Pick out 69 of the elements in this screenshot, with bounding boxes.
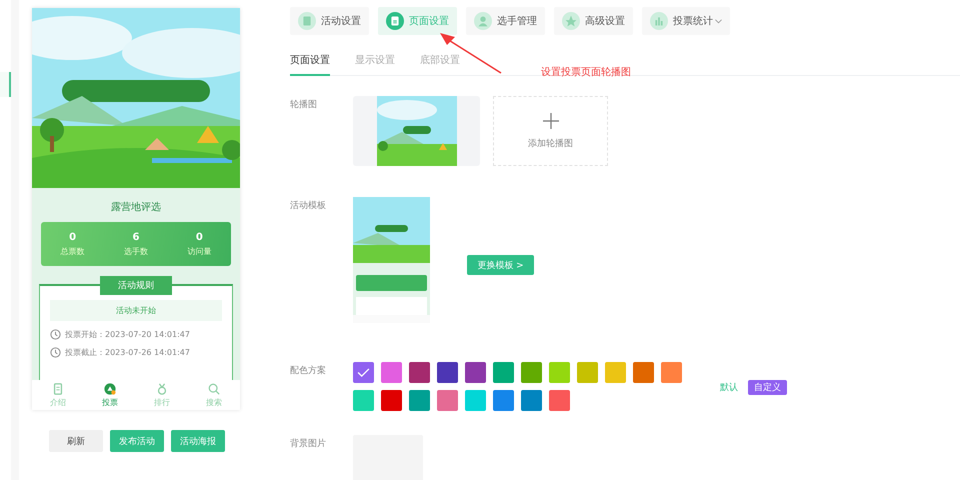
color-swatch[interactable] [493,362,514,383]
color-swatch[interactable] [605,362,626,383]
annotation-arrow [439,32,503,74]
color-swatch[interactable] [353,390,374,411]
medal-icon [156,382,168,394]
stat-value: 6 [132,232,140,242]
stat-label: 访问量 [187,246,212,256]
color-swatch[interactable] [549,362,570,383]
bar-chart-icon [650,12,668,30]
color-swatch[interactable] [465,390,486,411]
change-template-button[interactable]: 更换模板 > [467,255,534,275]
settings-tab[interactable]: 选手管理 [466,7,545,35]
search-icon [208,382,220,394]
sub-tab[interactable]: 页面设置 [290,53,330,76]
color-swatch[interactable] [661,362,682,383]
stat-label: 总票数 [60,246,85,256]
clipboard-icon [298,12,316,30]
color-swatch[interactable] [409,390,430,411]
color-swatch[interactable] [549,390,570,411]
color-swatch[interactable] [381,390,402,411]
document-icon [386,12,404,30]
stat-value: 0 [196,232,203,242]
status-banner: 活动未开始 [50,300,222,321]
color-swatch[interactable] [633,362,654,383]
clock-icon [50,347,61,358]
nav-tab[interactable]: 投票 [84,380,136,410]
stat-label: 选手数 [124,246,148,256]
plus-icon [542,112,558,128]
activity-title: 露营地评选 [110,200,162,214]
color-swatch[interactable] [521,362,542,383]
action-button[interactable]: 活动海报 [171,430,225,452]
settings-tab[interactable]: 高级设置 [554,7,633,35]
person-icon [474,12,492,30]
check-icon [357,368,370,377]
color-swatch[interactable] [353,362,374,383]
stat-value: 0 [69,232,76,242]
clock-icon [50,329,61,340]
field-label: 活动模板 [290,200,327,213]
sub-tab[interactable]: 显示设置 [355,53,395,76]
color-swatch[interactable] [465,362,486,383]
settings-tab[interactable]: 页面设置 [378,7,457,35]
annotation-text: 设置投票页面轮播图 [541,66,631,79]
color-swatch[interactable] [521,390,542,411]
sub-tab[interactable]: 底部设置 [420,53,460,76]
color-swatch[interactable] [493,390,514,411]
book-icon [52,382,64,394]
default-link[interactable]: 默认 [720,381,738,394]
custom-button[interactable]: 自定义 [748,380,787,395]
color-swatch[interactable] [437,390,458,411]
refresh-button[interactable]: 刷新 [49,430,103,452]
rule-text: 投票截止：2023-07-26 14:01:47 [65,347,190,358]
settings-tab[interactable]: 活动设置 [290,7,369,35]
nav-tab[interactable]: 介绍 [32,380,84,410]
color-swatch[interactable] [409,362,430,383]
field-label: 配色方案 [290,364,327,377]
color-swatch[interactable] [381,362,402,383]
sidebar-item[interactable] [0,72,12,97]
color-swatch[interactable] [577,362,598,383]
color-swatch[interactable] [437,362,458,383]
field-label: 轮播图 [290,98,318,112]
tent-badge-icon [104,382,116,394]
add-carousel-button[interactable]: 添加轮播图 [493,96,608,166]
settings-tab[interactable]: 投票统计 [642,7,730,35]
nav-tab[interactable]: 搜索 [188,380,240,410]
nav-tab[interactable]: 排行 [136,380,188,410]
rules-heading: 活动规则 [100,276,172,295]
field-label: 背景图片 [290,438,327,451]
rule-text: 投票开始：2023-07-20 14:01:47 [65,329,190,340]
action-button[interactable]: 发布活动 [110,430,164,452]
